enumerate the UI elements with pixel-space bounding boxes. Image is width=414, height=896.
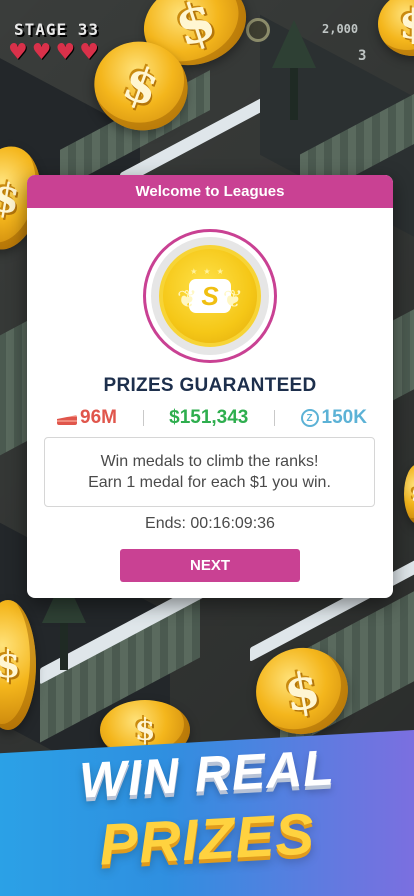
gold-medal: ★★★ ❦ S ❦ (159, 245, 261, 347)
prize-summary: 96M $151,343 Z 150K (27, 405, 393, 431)
stage-label: STAGE 33 (14, 20, 100, 39)
hud-count: 3 (358, 48, 367, 64)
cake-prize: 96M (57, 407, 117, 429)
z-prize-value: 150K (321, 407, 367, 428)
heart-icon: ♥ (8, 40, 28, 65)
prizes-headline: PRIZES GUARANTEED (103, 375, 317, 396)
stopwatch-icon (246, 18, 270, 42)
cash-prize: $151,343 (169, 407, 248, 429)
dialog-title: Welcome to Leagues (135, 183, 285, 200)
lives-hearts: ♥ ♥ ♥ ♥ (8, 42, 99, 64)
stars-icon: ★★★ (190, 267, 230, 276)
next-button[interactable]: NEXT (120, 549, 300, 582)
cash-prize-value: $151,343 (169, 407, 249, 428)
tree (272, 20, 316, 68)
hud-score: 2,000 (322, 22, 359, 36)
countdown-text: Ends: 00:16:09:36 (145, 515, 275, 532)
heart-icon: ♥ (31, 40, 52, 65)
laurel-left-icon: ❦ (177, 285, 198, 313)
z-prize: Z 150K (300, 407, 367, 429)
z-coin-icon: Z (300, 409, 319, 427)
leagues-dialog: Welcome to Leagues ★★★ ❦ S ❦ PRIZES GUAR… (27, 175, 393, 598)
divider (273, 410, 275, 426)
cake-slice-icon (57, 411, 77, 425)
coin-icon: $ (404, 464, 414, 524)
tree-trunk (290, 60, 298, 120)
medal-ring: ★★★ ❦ S ❦ (151, 237, 269, 355)
laurel-right-icon: ❦ (222, 285, 243, 313)
heart-icon: ♥ (55, 40, 76, 65)
terrain-stripe (0, 319, 30, 461)
divider (142, 410, 144, 426)
league-medal-icon: ★★★ ❦ S ❦ (143, 229, 277, 363)
heart-icon: ♥ (79, 40, 99, 65)
info-box: Win medals to climb the ranks! Earn 1 me… (44, 437, 375, 507)
coin-icon: $ (378, 0, 414, 56)
info-line-2: Earn 1 medal for each $1 you win. (88, 474, 331, 491)
cake-prize-value: 96M (80, 407, 117, 428)
info-line-1: Win medals to climb the ranks! (100, 453, 319, 470)
dialog-header: Welcome to Leagues (27, 175, 393, 208)
